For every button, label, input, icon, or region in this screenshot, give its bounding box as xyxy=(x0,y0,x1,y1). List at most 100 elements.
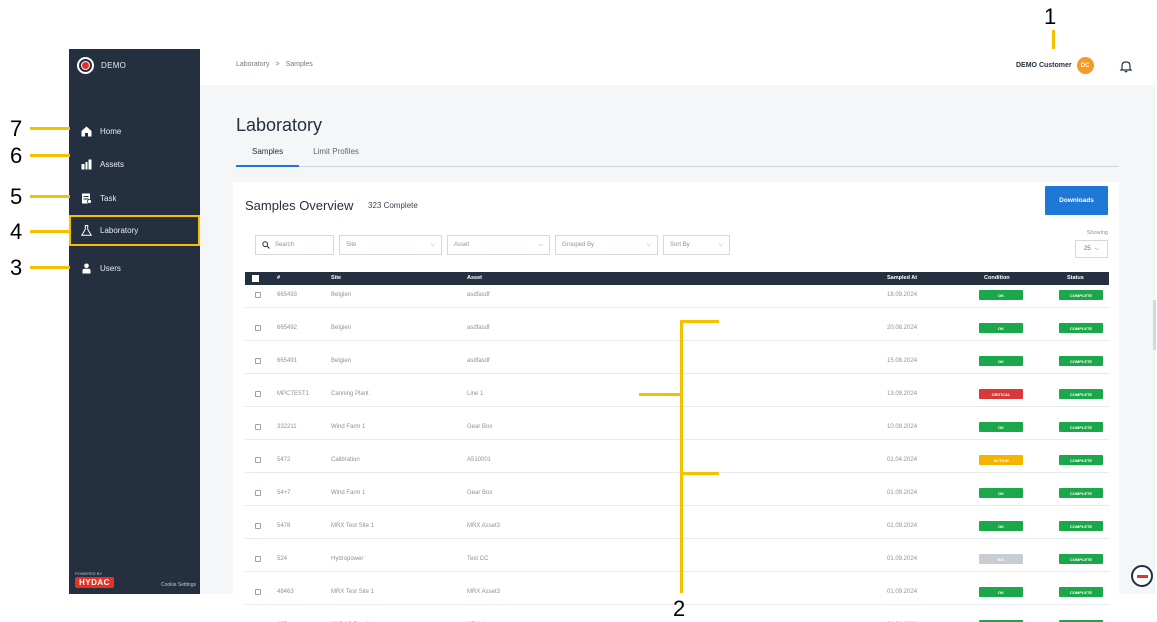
row-checkbox[interactable] xyxy=(255,325,261,331)
row-checkbox[interactable] xyxy=(255,292,261,298)
cell-site: Wind Farm 1 xyxy=(331,424,366,430)
row-checkbox[interactable] xyxy=(255,523,261,529)
status-badge: COMPLETE xyxy=(1059,521,1103,531)
breadcrumb: Laboratory > Samples xyxy=(236,61,313,68)
select-all-checkbox[interactable] xyxy=(252,275,259,282)
cell-site: Canning Plant xyxy=(331,391,369,397)
annotation-number: 7 xyxy=(10,116,23,141)
annotation-line xyxy=(680,320,719,323)
table-row[interactable]: 665493 Belgien asdfasdf 18.09.2024 OK COMPLET… xyxy=(245,285,1109,308)
sidebar-item-home[interactable]: Home xyxy=(69,117,200,145)
table-row[interactable]: 5478 MRX Test Site 1 MRX Asset3 01.09.2024 O… xyxy=(245,516,1109,539)
cell-asset: Gear Box xyxy=(467,424,493,430)
cell-sampled-at: 01.09.2024 xyxy=(887,556,918,562)
tab-limit-profiles[interactable]: Limit Profiles xyxy=(299,145,375,167)
table-row[interactable]: 5472 Calibration A510001 01.04.2024 ACTION CO… xyxy=(245,450,1109,473)
sidebar-item-assets[interactable]: Assets xyxy=(69,150,200,178)
logo-icon xyxy=(77,57,94,74)
screen: DEMO Home Assets Task Laboratory Users P… xyxy=(0,0,1157,622)
cell-asset: MRX Asset3 xyxy=(467,589,501,595)
tab-samples[interactable]: Samples xyxy=(236,145,300,167)
overview-count: 323 Complete xyxy=(368,201,418,210)
table-row[interactable]: 524 Hydropower Test CC 01.09.2024 N/A COMPLET… xyxy=(245,549,1109,572)
chevron-down-icon: ⌵ xyxy=(646,241,651,248)
topbar: Laboratory > Samples DEMO Customer DC xyxy=(200,49,1157,85)
page-size-select[interactable]: 25 ⌵ xyxy=(1075,240,1108,258)
sidebar-footer: POWERED BY HYDAC Cookie Settings xyxy=(75,571,196,588)
sidebar-item-label: Users xyxy=(100,263,121,273)
sidebar-item-laboratory[interactable]: Laboratory xyxy=(69,215,200,246)
user-name: DEMO Customer xyxy=(1016,62,1072,69)
table-row[interactable]: 332211 Wind Farm 1 Gear Box 10.09.2024 OK COM… xyxy=(245,417,1109,440)
row-checkbox[interactable] xyxy=(255,457,261,463)
logo-text: DEMO xyxy=(101,61,127,70)
row-checkbox[interactable] xyxy=(255,424,261,430)
row-checkbox[interactable] xyxy=(255,490,261,496)
search-input[interactable]: Search xyxy=(255,235,334,255)
condition-badge: OK xyxy=(979,356,1023,366)
row-checkbox[interactable] xyxy=(255,589,261,595)
sidebar-item-label: Laboratory xyxy=(100,226,139,235)
bell-icon[interactable] xyxy=(1119,59,1133,73)
showing-label: Showing xyxy=(1086,230,1108,236)
annotation-number: 3 xyxy=(10,255,23,280)
table-row[interactable]: 54+7 Wind Farm 1 Gear Box 01.09.2024 OK COMPL… xyxy=(245,483,1109,506)
status-badge: COMPLETE xyxy=(1059,356,1103,366)
row-checkbox[interactable] xyxy=(255,358,261,364)
cell-id: 54+7 xyxy=(277,490,291,496)
user-menu[interactable]: DEMO Customer DC xyxy=(1016,57,1094,74)
tabs: Samples Limit Profiles xyxy=(236,145,1119,167)
cell-id: 665492 xyxy=(277,325,298,331)
column-header-asset[interactable]: Asset xyxy=(467,275,482,281)
scrollbar[interactable] xyxy=(1153,300,1156,350)
annotation-number: 6 xyxy=(10,143,23,168)
cell-asset: asdfasdf xyxy=(467,325,490,331)
breadcrumb-samples: Samples xyxy=(285,61,313,68)
column-header-condition[interactable]: Condition xyxy=(984,275,1010,281)
chevron-down-icon: ⌵ xyxy=(718,241,723,248)
cell-sampled-at: 20.08.2024 xyxy=(887,325,918,331)
chevron-down-icon: ⌵ xyxy=(430,241,435,248)
asset-select[interactable]: Asset ⌵ xyxy=(447,235,550,255)
column-header-status[interactable]: Status xyxy=(1067,275,1084,281)
powered-by: POWERED BY HYDAC xyxy=(75,571,114,588)
status-badge: COMPLETE xyxy=(1059,554,1103,564)
column-header-site[interactable]: Site xyxy=(331,275,341,281)
filters: Search Site ⌵ Asset ⌵ Grouped By ⌵ Sort … xyxy=(255,235,730,255)
logo[interactable]: DEMO xyxy=(77,57,126,74)
cell-site: Wind Farm 1 xyxy=(331,490,366,496)
breadcrumb-laboratory[interactable]: Laboratory xyxy=(236,61,269,68)
flask-icon xyxy=(81,225,92,236)
row-checkbox[interactable] xyxy=(255,556,261,562)
sort-by-select[interactable]: Sort By ⌵ xyxy=(663,235,730,255)
grouped-by-select[interactable]: Grouped By ⌵ xyxy=(555,235,658,255)
condition-badge: OK xyxy=(979,488,1023,498)
cell-asset: MRX Asset3 xyxy=(467,523,501,529)
status-badge: COMPLETE xyxy=(1059,389,1103,399)
cell-id: MPCTEST1 xyxy=(277,391,310,397)
chevron-down-icon: ⌵ xyxy=(538,241,543,248)
cell-id: 5472 xyxy=(277,457,291,463)
home-icon xyxy=(81,126,92,137)
site-select[interactable]: Site ⌵ xyxy=(339,235,442,255)
annotation-line xyxy=(30,154,70,157)
sidebar-item-task[interactable]: Task xyxy=(69,184,200,212)
cell-asset: Line 1 xyxy=(467,391,484,397)
table-row[interactable]: 665492 Belgien asdfasdf 20.08.2024 OK COMPLET… xyxy=(245,318,1109,341)
page-title: Laboratory xyxy=(236,115,323,135)
column-header-id[interactable]: # xyxy=(277,275,280,281)
cookie-settings-link[interactable]: Cookie Settings xyxy=(161,582,196,588)
status-badge: COMPLETE xyxy=(1059,488,1103,498)
sidebar-item-label: Home xyxy=(100,126,122,136)
row-checkbox[interactable] xyxy=(255,391,261,397)
sidebar-item-users[interactable]: Users xyxy=(69,254,200,282)
table-row[interactable]: 665491 Belgien asdfasdf 15.08.2024 OK COMPLET… xyxy=(245,351,1109,374)
condition-badge: CRITICAL xyxy=(979,389,1023,399)
downloads-button[interactable]: Downloads xyxy=(1045,186,1108,215)
cell-id: 332211 xyxy=(277,424,297,430)
annotation-line xyxy=(680,320,683,593)
annotation-line xyxy=(30,127,70,130)
minimize-button[interactable] xyxy=(1131,565,1153,587)
column-header-sampled-at[interactable]: Sampled At xyxy=(887,275,917,281)
avatar[interactable]: DC xyxy=(1076,57,1094,74)
